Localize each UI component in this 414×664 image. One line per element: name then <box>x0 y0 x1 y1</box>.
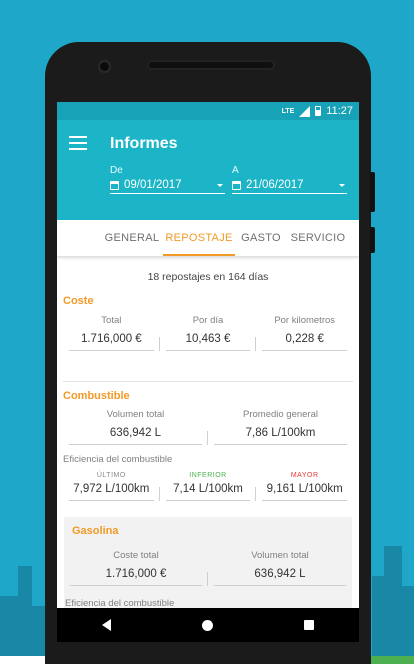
tab-gasto[interactable]: GASTO <box>235 220 287 256</box>
gasolina-stats: Coste total 1.716,000 € Volumen total 63… <box>64 550 352 586</box>
efficiency-title: Eficiencia del combustible <box>63 454 173 465</box>
stat-label: ÚLTIMO <box>96 472 126 479</box>
stat-label: Volumen total <box>251 550 309 561</box>
stat-value: 0,228 € <box>262 333 348 351</box>
stat-value: 7,972 L/100km <box>69 483 154 501</box>
signal-icon <box>299 105 311 117</box>
stat-label: Total <box>101 315 122 326</box>
efficiency-mayor: MAYOR 9,161 L/100km <box>256 472 353 501</box>
phone-speaker <box>147 60 275 70</box>
dropdown-arrow-icon <box>339 184 345 187</box>
page-title: Informes <box>110 135 178 152</box>
tab-general[interactable]: GENERAL <box>101 220 163 256</box>
front-camera <box>100 62 109 71</box>
section-divider <box>63 381 353 382</box>
stat-value: 7,86 L/100km <box>214 427 347 445</box>
report-content: 18 repostajes en 164 días Coste Total 1.… <box>57 271 359 642</box>
from-date-field[interactable]: 09/01/2017 <box>110 177 225 194</box>
stat-label: Coste total <box>113 550 159 561</box>
stat-label: Por kilometros <box>274 315 336 326</box>
coste-section-title: Coste <box>63 295 94 307</box>
dropdown-arrow-icon <box>217 184 223 187</box>
back-icon[interactable] <box>102 619 112 631</box>
efficiency-ultimo: ÚLTIMO 7,972 L/100km <box>63 472 160 501</box>
coste-stats: Total 1.716,000 € Por día 10,463 € Por k… <box>63 315 353 351</box>
volumen-total: Volumen total 636,942 L <box>63 409 208 445</box>
calendar-icon <box>232 180 241 190</box>
system-nav-bar <box>57 608 359 642</box>
gasolina-title: Gasolina <box>72 525 119 537</box>
to-date-field[interactable]: 21/06/2017 <box>232 177 347 194</box>
tab-repostaje[interactable]: REPOSTAJE <box>163 220 235 256</box>
from-date-label: De <box>110 165 123 176</box>
to-date-label: A <box>232 165 239 176</box>
promedio-general: Promedio general 7,86 L/100km <box>208 409 353 445</box>
calendar-icon <box>110 180 119 190</box>
status-bar: LTE 11:27 <box>57 102 359 120</box>
stat-value: 7,14 L/100km <box>165 483 251 501</box>
gasolina-volumen-total: Volumen total 636,942 L <box>208 550 352 586</box>
refuel-summary: 18 repostajes en 164 días <box>147 271 269 283</box>
home-icon[interactable] <box>201 619 213 631</box>
tab-servicio[interactable]: SERVICIO <box>287 220 349 256</box>
stat-value: 1.716,000 € <box>70 568 202 586</box>
app-screen: LTE 11:27 Informes De 09/01/2017 A 21/06… <box>57 102 359 642</box>
stat-label: Volumen total <box>106 409 165 420</box>
stat-label: Por día <box>192 315 224 326</box>
stat-label: INFERIOR <box>189 472 227 479</box>
from-date-value: 09/01/2017 <box>124 179 182 191</box>
combustible-section-title: Combustible <box>63 390 130 402</box>
hamburger-menu-icon[interactable] <box>69 136 87 150</box>
volume-button <box>370 172 375 212</box>
recent-apps-icon[interactable] <box>303 620 314 630</box>
stat-value: 636,942 L <box>214 568 346 586</box>
combustible-stats: Volumen total 636,942 L Promedio general… <box>63 409 353 445</box>
phone-frame: LTE 11:27 Informes De 09/01/2017 A 21/06… <box>45 42 375 664</box>
power-button <box>370 227 375 253</box>
coste-total: Total 1.716,000 € <box>63 315 160 351</box>
stat-label: Promedio general <box>243 409 318 420</box>
network-label: LTE <box>281 107 295 115</box>
stat-label: MAYOR <box>290 472 319 479</box>
efficiency-stats: ÚLTIMO 7,972 L/100km INFERIOR 7,14 L/100… <box>63 472 353 501</box>
clock: 11:27 <box>326 105 353 117</box>
coste-por-dia: Por día 10,463 € <box>160 315 257 351</box>
coste-por-km: Por kilometros 0,228 € <box>256 315 353 351</box>
battery-icon <box>315 106 322 116</box>
stat-value: 9,161 L/100km <box>262 483 348 501</box>
stat-value: 1.716,000 € <box>69 333 154 351</box>
stat-value: 10,463 € <box>165 333 251 351</box>
stat-value: 636,942 L <box>69 427 202 445</box>
efficiency-inferior: INFERIOR 7,14 L/100km <box>160 472 257 501</box>
app-bar: Informes De 09/01/2017 A 21/06/2017 <box>57 120 359 220</box>
to-date-value: 21/06/2017 <box>246 179 304 191</box>
report-tabs: GENERAL REPOSTAJE GASTO SERVICIO <box>57 220 359 256</box>
gasolina-coste-total: Coste total 1.716,000 € <box>64 550 208 586</box>
